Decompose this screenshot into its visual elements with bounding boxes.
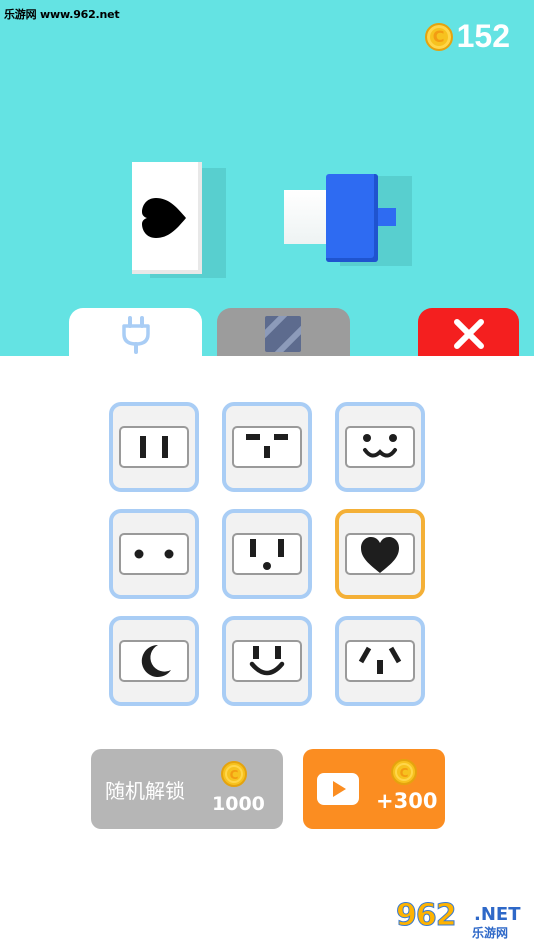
angled-slots-icon [358,646,402,674]
ad-reward-amount: +300 [376,789,438,813]
heart-icon [361,537,399,573]
socket-option-bear-face[interactable] [335,402,425,492]
site-logo: 962 .NET 乐游网 [396,898,521,941]
close-icon [454,319,484,349]
svg-text:C: C [230,768,239,782]
random-unlock-button[interactable]: 随机解锁 C 1000 [91,749,283,829]
watch-ad-button[interactable]: C +300 [303,749,445,829]
plug-tab[interactable] [69,308,202,356]
socket-option-two-slots[interactable] [109,402,199,492]
coin-count: 152 [456,18,510,54]
t-slots-icon [246,434,288,458]
two-dots-icon [134,549,174,559]
random-unlock-cost: 1000 [212,793,265,815]
close-tab[interactable] [418,308,519,356]
moon-icon [141,644,171,677]
coin-balance: C 152 [424,18,510,55]
socket-preview [132,162,202,274]
random-unlock-label: 随机解锁 [105,779,185,803]
socket-option-exclamation-face[interactable] [222,509,312,599]
plug-prong [378,208,396,226]
plug-preview [326,174,378,262]
socket-option-angled-slots[interactable] [335,616,425,706]
coin-icon: C [424,22,453,51]
exclamation-face-icon [250,539,284,570]
bear-face-icon [363,434,397,458]
smile-icon [249,646,285,676]
watermark: 乐游网 www.962.net [4,8,120,21]
striped-square-icon [265,316,301,352]
two-slots-icon [140,436,168,458]
socket-option-t-slots[interactable] [222,402,312,492]
heart-icon [142,198,186,238]
socket-option-heart[interactable] [335,509,425,599]
coin-icon: C [391,759,417,785]
svg-text:C: C [400,766,409,780]
socket-option-smile[interactable] [222,616,312,706]
style-tab[interactable] [217,308,350,356]
coin-icon: C [221,761,247,787]
socket-option-moon[interactable] [109,616,199,706]
socket-option-two-dots[interactable] [109,509,199,599]
plug-icon [122,316,150,354]
play-video-icon [317,773,359,805]
